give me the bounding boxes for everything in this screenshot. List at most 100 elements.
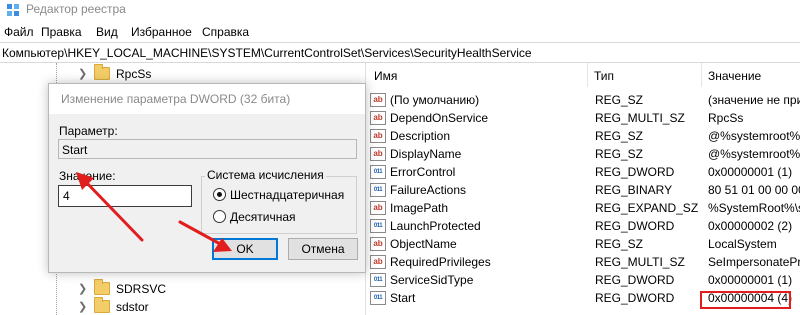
- hex-radio-label[interactable]: Шестнадцатеричная: [230, 188, 344, 202]
- row-type: REG_EXPAND_SZ: [595, 201, 699, 215]
- string-value-icon: ab: [370, 147, 386, 161]
- folder-icon: [94, 297, 110, 313]
- window-title: Редактор реестра: [26, 2, 126, 16]
- param-name-field: Start: [58, 139, 357, 159]
- row-type: REG_BINARY: [595, 183, 673, 197]
- binary-value-icon: 011: [370, 219, 386, 233]
- registry-editor-icon: [7, 4, 19, 16]
- menu-file[interactable]: Файл: [4, 25, 34, 39]
- values-list: Имя Тип Значение ab (По умолчанию) REG_S…: [366, 63, 800, 315]
- title-bar: Редактор реестра: [0, 0, 800, 20]
- row-type: REG_MULTI_SZ: [595, 255, 685, 269]
- param-label: Параметр:: [59, 124, 118, 138]
- table-row[interactable]: ab RequiredPrivileges REG_MULTI_SZ SeImp…: [366, 253, 800, 271]
- menu-bar: Файл Правка Вид Избранное Справка: [0, 22, 800, 42]
- table-row[interactable]: 011 ServiceSidType REG_DWORD 0x00000001 …: [366, 271, 800, 289]
- row-type: REG_DWORD: [595, 219, 675, 233]
- menu-view[interactable]: Вид: [96, 25, 118, 39]
- dialog-body: Параметр: Start Значение: 4 Система исчи…: [49, 114, 365, 272]
- number-base-group: [201, 176, 357, 234]
- binary-value-icon: 011: [370, 273, 386, 287]
- column-type[interactable]: Тип: [594, 69, 614, 83]
- row-name: ImagePath: [390, 201, 449, 215]
- dec-radio-label[interactable]: Десятичная: [230, 210, 296, 224]
- folder-icon: [94, 279, 110, 295]
- row-name: RequiredPrivileges: [390, 255, 491, 269]
- row-type: REG_SZ: [595, 147, 644, 161]
- table-row[interactable]: 011 FailureActions REG_BINARY 80 51 01 0…: [366, 181, 800, 199]
- string-value-icon: ab: [370, 237, 386, 251]
- row-value: 0x00000002 (2): [708, 219, 793, 233]
- binary-value-icon: 011: [370, 165, 386, 179]
- row-type: REG_SZ: [595, 93, 644, 107]
- binary-value-icon: 011: [370, 183, 386, 197]
- number-base-label: Система исчисления: [205, 168, 326, 182]
- table-row[interactable]: ab ObjectName REG_SZ LocalSystem: [366, 235, 800, 253]
- string-value-icon: ab: [370, 93, 386, 107]
- row-type: REG_SZ: [595, 129, 644, 143]
- tree-item-label: RpcSs: [116, 67, 152, 81]
- string-value-icon: ab: [370, 129, 386, 143]
- table-row[interactable]: 011 LaunchProtected REG_DWORD 0x00000002…: [366, 217, 800, 235]
- row-name: ServiceSidType: [390, 273, 474, 287]
- address-path[interactable]: Компьютер\HKEY_LOCAL_MACHINE\SYSTEM\Curr…: [2, 46, 532, 60]
- row-name: DisplayName: [390, 147, 462, 161]
- folder-icon: [94, 64, 110, 80]
- menu-edit[interactable]: Правка: [41, 25, 82, 39]
- table-row[interactable]: ab ImagePath REG_EXPAND_SZ %SystemRoot%\…: [366, 199, 800, 217]
- start-value-highlight: [700, 291, 791, 309]
- column-name[interactable]: Имя: [374, 69, 397, 83]
- row-value: SeImpersonatePriv: [708, 255, 800, 269]
- radio-selected-icon[interactable]: [213, 188, 226, 201]
- row-value: (значение не при: [708, 93, 800, 107]
- table-row[interactable]: ab (По умолчанию) REG_SZ (значение не пр…: [366, 91, 800, 109]
- chevron-right-icon[interactable]: ❯: [78, 283, 88, 295]
- menu-favorites[interactable]: Избранное: [131, 25, 192, 39]
- value-input[interactable]: 4: [58, 185, 192, 207]
- row-type: REG_SZ: [595, 237, 644, 251]
- string-value-icon: ab: [370, 201, 386, 215]
- chevron-right-icon[interactable]: ❯: [78, 68, 88, 80]
- menu-help[interactable]: Справка: [202, 25, 249, 39]
- column-value[interactable]: Значение: [708, 69, 761, 83]
- table-row[interactable]: 011 ErrorControl REG_DWORD 0x00000001 (1…: [366, 163, 800, 181]
- row-type: REG_DWORD: [595, 291, 675, 305]
- string-value-icon: ab: [370, 255, 386, 269]
- row-value: 0x00000001 (1): [708, 165, 793, 179]
- address-bar[interactable]: Компьютер\HKEY_LOCAL_MACHINE\SYSTEM\Curr…: [0, 42, 800, 63]
- row-name: FailureActions: [390, 183, 467, 197]
- cancel-button[interactable]: Отмена: [288, 238, 358, 260]
- table-row[interactable]: ab DisplayName REG_SZ @%systemroot%\: [366, 145, 800, 163]
- param-name-value: Start: [62, 143, 88, 157]
- row-name: ObjectName: [390, 237, 457, 251]
- tree-item-label: sdstor: [116, 300, 149, 314]
- row-value: RpcSs: [708, 111, 744, 125]
- chevron-right-icon[interactable]: ❯: [78, 301, 88, 313]
- row-name: LaunchProtected: [390, 219, 481, 233]
- row-value: 0x00000001 (1): [708, 273, 793, 287]
- row-name: ErrorControl: [390, 165, 456, 179]
- row-type: REG_DWORD: [595, 165, 675, 179]
- row-value: @%systemroot%\: [708, 147, 800, 161]
- edit-dword-dialog: Изменение параметра DWORD (32 бита) Пара…: [48, 83, 366, 273]
- dialog-title: Изменение параметра DWORD (32 бита): [61, 92, 291, 106]
- row-type: REG_DWORD: [595, 273, 675, 287]
- row-name: Start: [390, 291, 416, 305]
- row-value: %SystemRoot%\sy: [708, 201, 800, 215]
- value-input-text[interactable]: 4: [63, 189, 70, 203]
- radio-unselected-icon[interactable]: [213, 210, 226, 223]
- ok-button[interactable]: OK: [212, 238, 278, 260]
- row-value: LocalSystem: [708, 237, 777, 251]
- value-label: Значение:: [59, 169, 116, 183]
- column-separator[interactable]: [587, 63, 588, 87]
- binary-value-icon: 011: [370, 291, 386, 305]
- list-header: Имя Тип Значение: [366, 63, 800, 87]
- row-name: (По умолчанию): [390, 93, 480, 107]
- row-type: REG_MULTI_SZ: [595, 111, 685, 125]
- table-row[interactable]: ab Description REG_SZ @%systemroot%\: [366, 127, 800, 145]
- row-value: @%systemroot%\: [708, 129, 800, 143]
- tree-item-label: SDRSVC: [116, 282, 167, 296]
- row-name: Description: [390, 129, 451, 143]
- column-separator[interactable]: [701, 63, 702, 87]
- table-row[interactable]: ab DependOnService REG_MULTI_SZ RpcSs: [366, 109, 800, 127]
